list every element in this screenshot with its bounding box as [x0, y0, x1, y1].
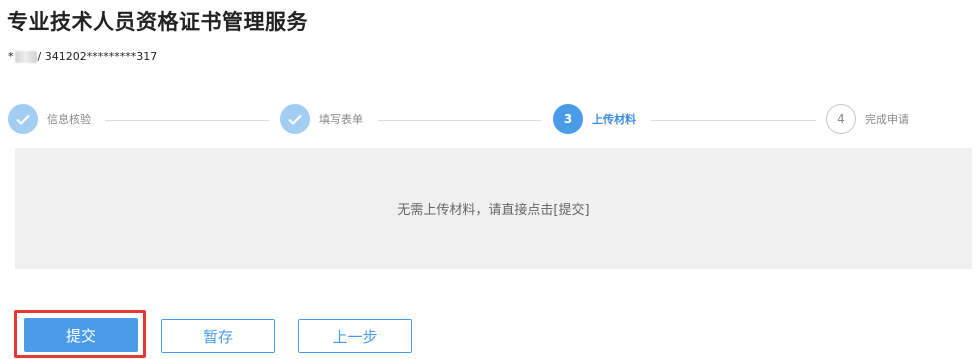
save-draft-button[interactable]: 暂存	[161, 319, 275, 353]
user-id-number: / 341202*********317	[37, 50, 158, 63]
step-complete: 4 完成申请	[826, 104, 909, 134]
check-icon	[280, 104, 310, 134]
step-connector	[378, 120, 541, 121]
user-id: * / 341202*********317	[8, 50, 157, 63]
step-upload: 3 上传材料	[553, 104, 636, 134]
page-title: 专业技术人员资格证书管理服务	[7, 10, 308, 34]
step-connector	[105, 120, 269, 121]
step-verify: 信息核验	[8, 104, 91, 134]
step-label: 信息核验	[47, 113, 91, 126]
step-number: 3	[553, 104, 583, 134]
step-form: 填写表单	[280, 104, 363, 134]
step-label: 上传材料	[592, 113, 636, 126]
user-id-prefix: *	[8, 50, 14, 63]
masked-name	[14, 50, 37, 63]
previous-step-button[interactable]: 上一步	[298, 319, 412, 353]
step-connector	[651, 120, 816, 121]
upload-panel: 无需上传材料，请直接点击[提交]	[15, 148, 972, 269]
step-number: 4	[826, 104, 856, 134]
progress-steps: 信息核验 填写表单 3 上传材料 4 完成申请	[0, 104, 980, 140]
step-label: 填写表单	[319, 113, 363, 126]
check-icon	[8, 104, 38, 134]
step-label: 完成申请	[865, 113, 909, 126]
no-upload-message: 无需上传材料，请直接点击[提交]	[397, 203, 590, 218]
submit-button[interactable]: 提交	[24, 318, 138, 352]
